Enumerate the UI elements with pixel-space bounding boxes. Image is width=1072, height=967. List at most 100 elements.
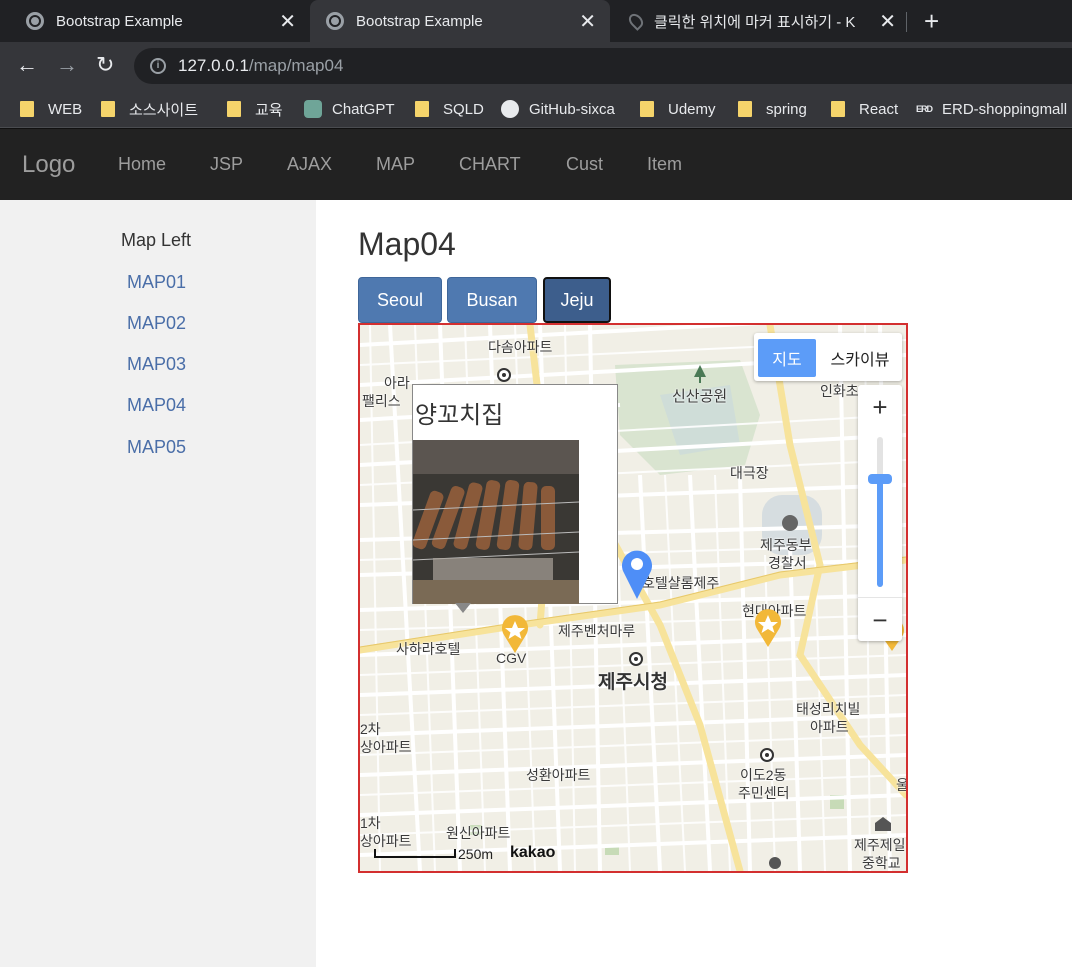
scale-bar	[374, 849, 456, 858]
map-label: 원신아파트	[446, 825, 511, 841]
sidebar-link-map05[interactable]: MAP05	[127, 437, 186, 458]
star-marker-icon[interactable]	[753, 609, 783, 649]
map-pin-icon	[626, 11, 646, 31]
tab-title: Bootstrap Example	[356, 12, 483, 30]
bookmark-source-sites[interactable]: 소스사이트	[101, 98, 198, 120]
sidebar-title: Map Left	[121, 230, 192, 250]
close-icon[interactable]: ✕	[279, 9, 296, 34]
address-bar[interactable]: i 127.0.0.1/map/map04	[134, 48, 1072, 84]
url-path: /map/map04	[248, 56, 344, 75]
erd-icon: ERD	[916, 104, 933, 114]
map-label: 제주제일	[854, 837, 906, 853]
sidebar-link-map01[interactable]: MAP01	[127, 272, 186, 293]
bookmark-education[interactable]: 교육	[227, 98, 283, 120]
info-window-photo	[413, 440, 579, 604]
zoom-slider-track[interactable]	[877, 437, 883, 587]
map-label: 2차	[360, 721, 381, 737]
map-label: 태성리치빌	[796, 701, 861, 717]
bookmark-label: GitHub-sixca	[529, 100, 615, 118]
kakao-logo[interactable]: kakao	[510, 844, 555, 862]
info-icon[interactable]: i	[150, 58, 166, 74]
bookmark-sqld[interactable]: SQLD	[415, 98, 484, 120]
bookmark-label: React	[859, 100, 899, 118]
tab-separator	[906, 12, 907, 32]
map-type-roadmap-button[interactable]: 지도	[758, 339, 816, 377]
map-label: 제주시청	[598, 672, 668, 693]
new-tab-button[interactable]: +	[924, 6, 939, 37]
bookmark-github[interactable]: GitHub-sixca	[501, 98, 615, 120]
bookmark-web[interactable]: WEB	[20, 98, 82, 120]
sidebar-link-map04[interactable]: MAP04	[127, 395, 186, 416]
bookmark-react[interactable]: React	[831, 98, 898, 120]
folder-icon	[738, 101, 752, 117]
map-label: 사하라호텔	[396, 641, 461, 657]
zoom-slider-handle[interactable]	[868, 474, 892, 484]
tab-title: 클릭한 위치에 마커 표시하기 - K	[654, 13, 856, 31]
map-label: 경찰서	[768, 555, 807, 571]
seoul-button[interactable]: Seoul	[358, 277, 442, 323]
bookmark-label: Udemy	[668, 100, 716, 118]
bookmark-erd[interactable]: ERD ERD-shoppingmall	[916, 98, 1067, 120]
url-host: 127.0.0.1	[178, 56, 249, 75]
scale-label: 250m	[458, 846, 494, 862]
browser-tab-3[interactable]: 클릭한 위치에 마커 표시하기 - K ✕	[610, 0, 906, 42]
info-window-title: 양꼬치집	[415, 402, 504, 429]
zoom-in-button[interactable]: +	[858, 385, 902, 429]
map-label: 성환아파트	[526, 767, 591, 783]
forward-button[interactable]: →	[56, 52, 78, 78]
nav-item[interactable]: Item	[647, 154, 682, 175]
nav-home[interactable]: Home	[118, 154, 166, 175]
map-type-skyview-button[interactable]: 스카이뷰	[822, 339, 898, 377]
nav-chart[interactable]: CHART	[459, 154, 521, 175]
nav-map[interactable]: MAP	[376, 154, 415, 175]
map-label: 아파트	[810, 719, 849, 735]
map-label: 아라	[384, 375, 410, 391]
site-navbar: Logo Home JSP AJAX MAP CHART Cust Item	[0, 128, 1072, 200]
page-title: Map04	[358, 226, 456, 262]
star-marker-icon[interactable]	[500, 615, 530, 655]
browser-tab-1[interactable]: Bootstrap Example ✕	[0, 0, 310, 42]
bookmark-label: ChatGPT	[332, 100, 395, 118]
map-label: 신산공원	[672, 388, 728, 405]
jeju-button[interactable]: Jeju	[543, 277, 611, 323]
tab-title: Bootstrap Example	[56, 12, 183, 30]
bookmark-udemy[interactable]: Udemy	[640, 98, 716, 120]
bookmark-spring[interactable]: spring	[738, 98, 807, 120]
map-label: 1차	[360, 815, 381, 831]
bookmark-chatgpt[interactable]: ChatGPT	[304, 98, 395, 120]
globe-icon	[26, 12, 44, 30]
back-button[interactable]: ←	[16, 52, 38, 78]
brand-logo[interactable]: Logo	[22, 151, 75, 179]
map-label: 인화초	[820, 383, 859, 399]
location-marker-icon[interactable]	[620, 545, 654, 601]
map-label: 상아파트	[360, 739, 412, 755]
map-label: 제주동부	[760, 537, 812, 553]
folder-icon	[831, 101, 845, 117]
nav-cust[interactable]: Cust	[566, 154, 603, 175]
bookmark-label: ERD-shoppingmall	[942, 100, 1068, 118]
info-window-tail	[455, 603, 471, 613]
bookmark-label: 교육	[255, 101, 283, 119]
map-label: 제주벤처마루	[558, 623, 636, 639]
folder-icon	[20, 101, 34, 117]
sidebar-link-map03[interactable]: MAP03	[127, 354, 186, 375]
busan-button[interactable]: Busan	[447, 277, 537, 323]
zoom-out-button[interactable]: −	[858, 597, 902, 641]
folder-icon	[227, 101, 241, 117]
github-icon	[501, 100, 519, 118]
sidebar-link-map02[interactable]: MAP02	[127, 313, 186, 334]
map-label: 주민센터	[738, 785, 790, 801]
close-icon[interactable]: ✕	[879, 9, 896, 34]
browser-toolbar: ← → ↻ i 127.0.0.1/map/map04	[0, 42, 1072, 90]
map-container[interactable]: 다솜아파트 신산공원 인화초 아라 팰리스 대극장 제주동부 경찰서 호텔샬롬제…	[358, 323, 908, 873]
nav-ajax[interactable]: AJAX	[287, 154, 332, 175]
reload-button[interactable]: ↻	[96, 52, 114, 78]
bookmark-label: WEB	[48, 100, 83, 118]
bookmark-label: 소스사이트	[129, 101, 199, 119]
browser-tab-2[interactable]: Bootstrap Example ✕	[310, 0, 610, 42]
map-label: 이도2동	[740, 767, 787, 783]
url-text: 127.0.0.1/map/map04	[178, 56, 343, 76]
nav-jsp[interactable]: JSP	[210, 154, 243, 175]
close-icon[interactable]: ✕	[579, 9, 596, 34]
folder-icon	[415, 101, 429, 117]
